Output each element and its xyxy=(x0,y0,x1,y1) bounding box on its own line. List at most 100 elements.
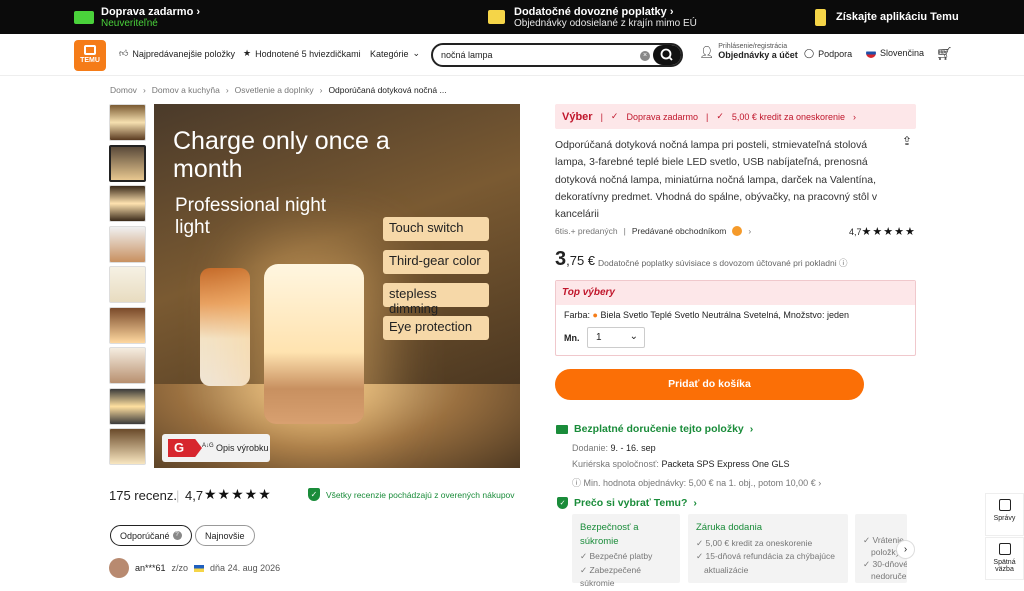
select-badge: Výber xyxy=(562,110,593,123)
flag-icon xyxy=(866,48,876,58)
search-icon xyxy=(660,48,673,61)
logo-bag-icon xyxy=(84,45,96,55)
thumbnail[interactable] xyxy=(109,306,146,344)
quantity-select[interactable]: 1 ⌄ xyxy=(587,327,645,348)
thumbnail[interactable] xyxy=(109,104,146,141)
energy-label-badge[interactable]: G A↓G Opis výrobku xyxy=(162,434,270,462)
chat-bubble-icon: ◯ xyxy=(804,48,815,58)
messages-button[interactable]: Správy xyxy=(985,493,1024,536)
delivery-date-value: 9. - 16. sep xyxy=(610,443,656,453)
thumbnail[interactable] xyxy=(109,185,146,222)
energy-scale: A↓G xyxy=(202,443,214,449)
product-rating[interactable]: 4,7★★★★★ xyxy=(849,225,916,238)
review-count: 175 recenz. xyxy=(109,488,177,503)
language-selector[interactable]: Slovenčina xyxy=(866,48,924,58)
why-temu-heading[interactable]: ✓ Prečo si vybrať Temu? › xyxy=(557,497,697,509)
returns-line: ✓ 30-dňové xyxy=(863,559,907,569)
verified-text: Všetky recenzie pochádzajú z overených n… xyxy=(326,489,515,500)
energy-class: G xyxy=(168,439,202,457)
reviewer-from: z/zo xyxy=(171,563,189,573)
import-fees-promo[interactable]: Dodatočné dovozné poplatky › Objednávky … xyxy=(488,0,697,34)
carousel-next-button[interactable]: › xyxy=(896,540,915,559)
qty-label: Mn. xyxy=(564,333,580,343)
filter-newest[interactable]: Najnovšie xyxy=(195,525,255,546)
why-temu-title: Prečo si vybrať Temu? xyxy=(574,497,688,509)
chevron-right-icon: › xyxy=(142,85,146,95)
divider: | xyxy=(706,111,709,122)
flag-icon xyxy=(194,564,205,572)
account-line1: Prihlásenie/registrácia xyxy=(718,43,788,50)
courier-line: Kuriérska spoločnosť: Packeta SPS Expres… xyxy=(572,459,790,469)
top-selections-title: Top výbery xyxy=(556,281,915,305)
divider: | xyxy=(623,226,626,236)
clear-search-icon[interactable]: × xyxy=(640,51,650,61)
breadcrumb-home[interactable]: Domov xyxy=(110,85,137,95)
nav-five-star[interactable]: ★ Hodnotené 5 hviezdičkami xyxy=(243,48,361,59)
feedback-button[interactable]: Spätná väzba xyxy=(985,537,1024,580)
help-icon[interactable]: ⓘ xyxy=(839,258,848,268)
breadcrumb-lighting[interactable]: Osvetlenie a doplnky xyxy=(235,85,314,95)
feature-chip: Third-gear color xyxy=(383,250,489,274)
filter-recommended[interactable]: Odporúčané? xyxy=(110,525,192,546)
thumbnail[interactable] xyxy=(109,144,146,182)
min-order: ⓘ Min. hodnota objednávky: 5,00 € na 1. … xyxy=(572,476,821,489)
account-menu[interactable]: 👤︎ Prihlásenie/registrácia Objednávky a ú… xyxy=(699,43,798,60)
seller-link[interactable]: Predávané obchodníkom xyxy=(632,226,727,236)
rating-stars: ★★★★★ xyxy=(204,486,272,502)
nav-categories-label: Kategórie xyxy=(370,48,409,59)
guarantee-line: ✓ 15-dňová refundácia za chýbajúce xyxy=(696,551,835,561)
temu-logo[interactable]: TEMU xyxy=(74,40,106,71)
user-icon: 👤︎ xyxy=(699,44,715,59)
chevron-right-icon: › xyxy=(319,85,323,95)
nav-best-sellers[interactable]: 👍︎ Najpredávanejšie položky xyxy=(119,48,235,59)
top-selections-box: Top výbery Farba: ● Biela Svetlo Teplé S… xyxy=(555,280,916,356)
chevron-right-icon: › xyxy=(749,423,754,435)
thumbnail-strip xyxy=(109,104,147,469)
avatar xyxy=(109,558,129,578)
chevron-right-icon: › xyxy=(669,5,674,18)
get-app-label: Získajte aplikáciu Temu xyxy=(836,11,959,23)
color-value: Biela Svetlo Teplé Svetlo Neutrálna Svet… xyxy=(600,310,849,320)
cart-icon[interactable]: 🛒︎ xyxy=(936,46,953,62)
truck-icon xyxy=(74,10,94,24)
credit-badge[interactable]: 5,00 € kredit za oneskorenie xyxy=(732,112,845,122)
min-order-text: Min. hodnota objednávky: 5,00 € na 1. ob… xyxy=(583,478,816,488)
rating-stars: ★★★★★ xyxy=(861,226,916,238)
filter-recommended-label: Odporúčané xyxy=(120,530,170,541)
import-fees-title: Dodatočné dovozné poplatky xyxy=(514,5,667,18)
message-icon xyxy=(998,499,1011,511)
share-icon[interactable]: ⇪ xyxy=(902,134,912,148)
thumbnail[interactable] xyxy=(109,266,146,303)
search-input[interactable]: nočná lampa xyxy=(441,50,493,60)
support-link[interactable]: ◯ Podpora xyxy=(804,48,852,59)
free-delivery-heading[interactable]: Bezplatné doručenie tejto položky › xyxy=(556,423,753,435)
nav-categories[interactable]: Kategórie ⌄ xyxy=(370,48,420,59)
main-product-image[interactable]: Charge only once a month Professional ni… xyxy=(154,104,520,468)
import-fees-sub: Objednávky odosielané z krajín mimo EÚ xyxy=(514,17,697,29)
thumbnail[interactable] xyxy=(109,225,146,263)
get-app-promo[interactable]: Získajte aplikáciu Temu xyxy=(815,0,959,34)
returns-line: nedoručenie xyxy=(871,571,907,581)
add-to-cart-button[interactable]: Pridať do košíka xyxy=(555,369,864,400)
security-line: ✓ Zabezpečené súkromie xyxy=(580,564,641,589)
courier-list: Packeta SPS Express One GLS xyxy=(661,459,790,469)
search-button[interactable] xyxy=(653,45,681,65)
product-info-link[interactable]: Opis výrobku xyxy=(216,443,269,453)
product-rating-value: 4,7 xyxy=(849,227,862,237)
returns-line: ✓ Vrátenie xyxy=(863,535,904,545)
returns-line: položky xyxy=(871,547,900,557)
product-badges-bar: Výber | ✓ Doprava zadarmo | ✓ 5,00 € kredi… xyxy=(555,104,916,129)
thumbnail[interactable] xyxy=(109,387,146,425)
image-subhead: Professional night light xyxy=(175,195,327,238)
nav-five-star-label: Hodnotené 5 hviezdičkami xyxy=(255,48,361,59)
delivery-date: Dodanie: 9. - 16. sep xyxy=(572,443,656,453)
free-shipping-promo[interactable]: Doprava zadarmo › Neuveriteľné xyxy=(74,0,200,34)
chevron-right-icon: › xyxy=(225,85,229,95)
divider: | xyxy=(176,488,180,503)
feature-chip: stepless dimming xyxy=(383,283,489,316)
main-navbar: TEMU 👍︎ Najpredávanejšie položky ★ Hodnote… xyxy=(0,34,1024,76)
guarantee-line: ✓ 5,00 € kredit za oneskorenie xyxy=(696,537,813,548)
thumbnail[interactable] xyxy=(109,428,146,465)
breadcrumb-home-kitchen[interactable]: Domov a kuchyňa xyxy=(152,85,220,95)
thumbnail[interactable] xyxy=(109,347,146,384)
